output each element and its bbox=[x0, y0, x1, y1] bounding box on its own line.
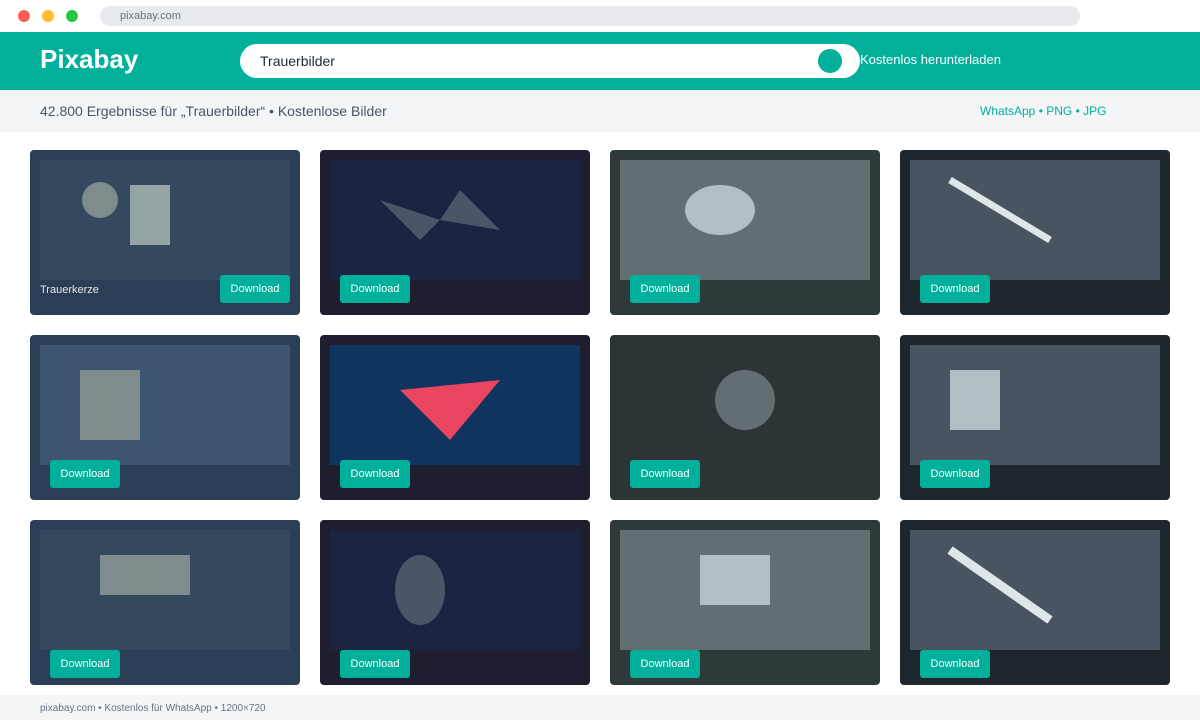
image-card[interactable]: Download bbox=[900, 150, 1170, 315]
site-header: Pixabay Kostenlos herunterladen bbox=[0, 32, 1200, 90]
image-thumbnail[interactable] bbox=[40, 160, 290, 280]
download-button[interactable]: Download bbox=[920, 650, 990, 678]
image-thumbnail[interactable] bbox=[40, 530, 290, 650]
image-card[interactable]: Download bbox=[900, 335, 1170, 500]
results-bar: 42.800 Ergebnisse für „Trauerbilder“ • K… bbox=[0, 90, 1200, 132]
footer-text: pixabay.com • Kostenlos für WhatsApp • 1… bbox=[40, 703, 266, 714]
close-window-icon[interactable] bbox=[18, 10, 30, 22]
image-thumbnail[interactable] bbox=[910, 530, 1160, 650]
image-card[interactable]: Trauerkerze Download bbox=[30, 150, 300, 315]
rectangle-shape bbox=[100, 555, 190, 595]
image-card[interactable]: Download bbox=[610, 150, 880, 315]
site-logo[interactable]: Pixabay bbox=[40, 44, 138, 75]
download-button[interactable]: Download bbox=[920, 275, 990, 303]
download-button[interactable]: Download bbox=[220, 275, 290, 303]
image-card[interactable]: Download bbox=[30, 520, 300, 685]
download-button[interactable]: Download bbox=[50, 650, 120, 678]
image-thumbnail[interactable] bbox=[910, 160, 1160, 280]
image-thumbnail[interactable] bbox=[910, 345, 1160, 465]
download-button[interactable]: Download bbox=[340, 650, 410, 678]
image-card[interactable]: Download bbox=[900, 520, 1170, 685]
image-card[interactable]: Download bbox=[320, 150, 590, 315]
line-shape bbox=[947, 546, 1053, 624]
download-button[interactable]: Download bbox=[630, 650, 700, 678]
rectangle-shape bbox=[700, 555, 770, 605]
image-thumbnail[interactable] bbox=[330, 345, 580, 465]
image-card[interactable]: Download bbox=[610, 335, 880, 500]
ellipse-shape bbox=[685, 185, 755, 235]
rectangle-shape bbox=[130, 185, 170, 245]
download-button[interactable]: Download bbox=[630, 460, 700, 488]
rectangle-shape bbox=[950, 370, 1000, 430]
format-filters[interactable]: WhatsApp • PNG • JPG bbox=[980, 104, 1106, 118]
rectangle-shape bbox=[80, 370, 140, 440]
maximize-window-icon[interactable] bbox=[66, 10, 78, 22]
bowtie-shape bbox=[380, 190, 500, 240]
search-input[interactable] bbox=[260, 44, 800, 78]
image-thumbnail[interactable] bbox=[330, 530, 580, 650]
address-bar[interactable]: pixabay.com bbox=[100, 6, 1080, 26]
search-icon[interactable] bbox=[818, 49, 842, 73]
download-button[interactable]: Download bbox=[340, 460, 410, 488]
image-thumbnail[interactable] bbox=[620, 160, 870, 280]
image-card[interactable]: Download bbox=[320, 335, 590, 500]
triangle-shape bbox=[400, 380, 500, 440]
download-free-link[interactable]: Kostenlos herunterladen bbox=[860, 52, 1001, 67]
line-shape bbox=[948, 176, 1052, 244]
download-button[interactable]: Download bbox=[920, 460, 990, 488]
search-bar bbox=[240, 44, 860, 78]
results-summary: 42.800 Ergebnisse für „Trauerbilder“ • K… bbox=[40, 103, 387, 119]
image-thumbnail[interactable] bbox=[620, 345, 870, 465]
image-thumbnail[interactable] bbox=[40, 345, 290, 465]
image-thumbnail[interactable] bbox=[330, 160, 580, 280]
download-button[interactable]: Download bbox=[630, 275, 700, 303]
circle-shape bbox=[82, 182, 118, 218]
page-footer: pixabay.com • Kostenlos für WhatsApp • 1… bbox=[0, 695, 1200, 720]
image-card[interactable]: Download bbox=[30, 335, 300, 500]
ellipse-shape bbox=[395, 555, 445, 625]
minimize-window-icon[interactable] bbox=[42, 10, 54, 22]
image-card[interactable]: Download bbox=[320, 520, 590, 685]
image-caption: Trauerkerze bbox=[40, 284, 99, 296]
image-card[interactable]: Download bbox=[610, 520, 880, 685]
image-thumbnail[interactable] bbox=[620, 530, 870, 650]
browser-chrome: pixabay.com bbox=[0, 0, 1200, 32]
download-button[interactable]: Download bbox=[50, 460, 120, 488]
circle-shape bbox=[715, 370, 775, 430]
download-button[interactable]: Download bbox=[340, 275, 410, 303]
